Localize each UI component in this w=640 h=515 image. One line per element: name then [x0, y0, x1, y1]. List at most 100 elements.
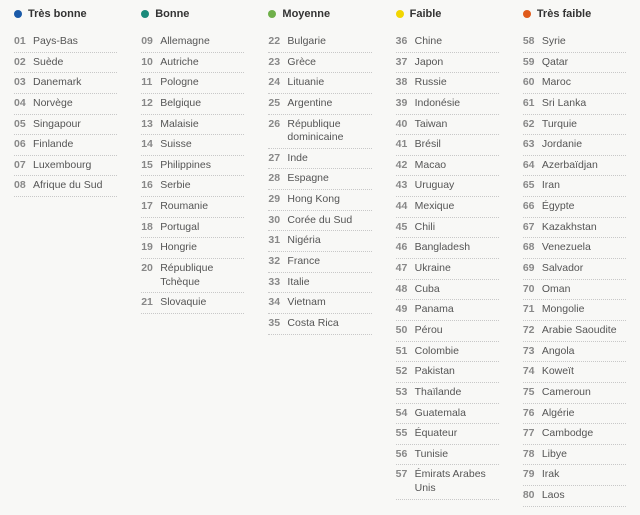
list-item[interactable]: 09Allemagne [141, 32, 244, 53]
list-item[interactable]: 05Singapour [14, 115, 117, 136]
list-item[interactable]: 27Inde [268, 149, 371, 170]
list-item[interactable]: 14Suisse [141, 135, 244, 156]
list-item[interactable]: 01Pays-Bas [14, 32, 117, 53]
list-item[interactable]: 65Iran [523, 176, 626, 197]
list-item[interactable]: 60Maroc [523, 73, 626, 94]
list-item[interactable]: 28Espagne [268, 169, 371, 190]
list-item[interactable]: 45Chili [396, 218, 499, 239]
list-item[interactable]: 24Lituanie [268, 73, 371, 94]
list-item[interactable]: 15Philippines [141, 156, 244, 177]
rank-number: 15 [141, 159, 155, 173]
country-name: Argentine [287, 97, 332, 111]
list-item[interactable]: 33Italie [268, 273, 371, 294]
list-item[interactable]: 41Brésil [396, 135, 499, 156]
list-item[interactable]: 17Roumanie [141, 197, 244, 218]
column-4: Très faible 58Syrie59Qatar60Maroc61Sri La… [523, 8, 626, 507]
list-item[interactable]: 08Afrique du Sud [14, 176, 117, 197]
rank-number: 78 [523, 448, 537, 462]
list-item[interactable]: 51Colombie [396, 342, 499, 363]
list-item[interactable]: 78Libye [523, 445, 626, 466]
list-item[interactable]: 75Cameroun [523, 383, 626, 404]
list-item[interactable]: 66Égypte [523, 197, 626, 218]
list-item[interactable]: 73Angola [523, 342, 626, 363]
list-item[interactable]: 21Slovaquie [141, 293, 244, 314]
list-item[interactable]: 37Japon [396, 53, 499, 74]
list-item[interactable]: 20République Tchèque [141, 259, 244, 293]
list-item[interactable]: 47Ukraine [396, 259, 499, 280]
list-item[interactable]: 30Corée du Sud [268, 211, 371, 232]
country-name: Afrique du Sud [33, 179, 102, 193]
list-item[interactable]: 18Portugal [141, 218, 244, 239]
list-item[interactable]: 58Syrie [523, 32, 626, 53]
list-item[interactable]: 31Nigéria [268, 231, 371, 252]
rank-number: 70 [523, 283, 537, 297]
list-item[interactable]: 54Guatemala [396, 404, 499, 425]
list-item[interactable]: 79Irak [523, 465, 626, 486]
list-item[interactable]: 55Équateur [396, 424, 499, 445]
list-item[interactable]: 63Jordanie [523, 135, 626, 156]
list-item[interactable]: 69Salvador [523, 259, 626, 280]
country-name: Angola [542, 345, 575, 359]
list-item[interactable]: 40Taiwan [396, 115, 499, 136]
column-3: Faible36Chine37Japon38Russie39Indonésie4… [396, 8, 499, 507]
list-item[interactable]: 57Émirats Arabes Unis [396, 465, 499, 499]
list-item[interactable]: 44Mexique [396, 197, 499, 218]
list-item[interactable]: 67Kazakhstan [523, 218, 626, 239]
list-item[interactable]: 06Finlande [14, 135, 117, 156]
country-name: Koweït [542, 365, 574, 379]
list-item[interactable]: 03Danemark [14, 73, 117, 94]
list-item[interactable]: 48Cuba [396, 280, 499, 301]
rank-number: 64 [523, 159, 537, 173]
list-item[interactable]: 61Sri Lanka [523, 94, 626, 115]
list-item[interactable]: 11Pologne [141, 73, 244, 94]
list-item[interactable]: 42Macao [396, 156, 499, 177]
list-item[interactable]: 29Hong Kong [268, 190, 371, 211]
column-header: Très faible [523, 8, 626, 20]
list-item[interactable]: 07Luxembourg [14, 156, 117, 177]
list-item[interactable]: 74Koweït [523, 362, 626, 383]
country-name: Mongolie [542, 303, 585, 317]
list-item[interactable]: 10Autriche [141, 53, 244, 74]
list-item[interactable]: 35Costa Rica [268, 314, 371, 335]
list-item[interactable]: 49Panama [396, 300, 499, 321]
column-1: Bonne09Allemagne10Autriche11Pologne12Bel… [141, 8, 244, 507]
list-item[interactable]: 70Oman [523, 280, 626, 301]
rank-number: 09 [141, 35, 155, 49]
list-item[interactable]: 02Suède [14, 53, 117, 74]
rank-number: 66 [523, 200, 537, 214]
list-item[interactable]: 04Norvège [14, 94, 117, 115]
list-item[interactable]: 32France [268, 252, 371, 273]
list-item[interactable]: 34Vietnam [268, 293, 371, 314]
rank-number: 53 [396, 386, 410, 400]
list-item[interactable]: 68Venezuela [523, 238, 626, 259]
list-item[interactable]: 26République dominicaine [268, 115, 371, 149]
list-item[interactable]: 43Uruguay [396, 176, 499, 197]
list-item[interactable]: 52Pakistan [396, 362, 499, 383]
list-item[interactable]: 19Hongrie [141, 238, 244, 259]
list-item[interactable]: 77Cambodge [523, 424, 626, 445]
list-item[interactable]: 80Laos [523, 486, 626, 507]
list-item[interactable]: 56Tunisie [396, 445, 499, 466]
list-item[interactable]: 64Azerbaïdjan [523, 156, 626, 177]
list-item[interactable]: 25Argentine [268, 94, 371, 115]
country-name: Irak [542, 468, 560, 482]
list-item[interactable]: 62Turquie [523, 115, 626, 136]
list-item[interactable]: 38Russie [396, 73, 499, 94]
list-item[interactable]: 13Malaisie [141, 115, 244, 136]
list-item[interactable]: 59Qatar [523, 53, 626, 74]
list-item[interactable]: 39Indonésie [396, 94, 499, 115]
list-item[interactable]: 16Serbie [141, 176, 244, 197]
rank-number: 55 [396, 427, 410, 441]
list-item[interactable]: 22Bulgarie [268, 32, 371, 53]
country-name: Lituanie [287, 76, 324, 90]
list-item[interactable]: 76Algérie [523, 404, 626, 425]
list-item[interactable]: 36Chine [396, 32, 499, 53]
list-item[interactable]: 53Thaïlande [396, 383, 499, 404]
rank-number: 37 [396, 56, 410, 70]
list-item[interactable]: 50Pérou [396, 321, 499, 342]
list-item[interactable]: 46Bangladesh [396, 238, 499, 259]
list-item[interactable]: 71Mongolie [523, 300, 626, 321]
list-item[interactable]: 23Grèce [268, 53, 371, 74]
list-item[interactable]: 12Belgique [141, 94, 244, 115]
list-item[interactable]: 72Arabie Saoudite [523, 321, 626, 342]
